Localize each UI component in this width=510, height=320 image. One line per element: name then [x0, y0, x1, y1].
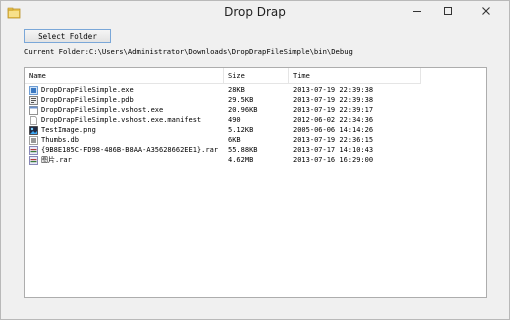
- file-size: 4.62MB: [228, 156, 254, 164]
- file-time: 2013-07-16 16:29:00: [293, 156, 374, 164]
- file-time: 2013-07-19 22:39:38: [293, 96, 374, 104]
- db-icon: [29, 135, 38, 145]
- app-icon: [29, 105, 38, 115]
- file-time: 2013-07-19 22:39:17: [293, 106, 374, 114]
- table-row[interactable]: {9B8E185C-FD98-486B-B8AA-A35628662EE1}.r…: [25, 145, 421, 155]
- table-row[interactable]: TestImage.png 5.12KB 2005-06-06 14:14:26: [25, 125, 421, 135]
- image-icon: [29, 125, 38, 135]
- column-header-time[interactable]: Time: [289, 68, 421, 84]
- table-row[interactable]: DropDrapFileSimple.exe 28KB 2013-07-19 2…: [25, 85, 421, 95]
- file-name: Thumbs.db: [41, 136, 79, 144]
- file-time: 2013-07-19 22:36:15: [293, 136, 374, 144]
- file-size: 29.5KB: [228, 96, 254, 104]
- maximize-button[interactable]: [434, 1, 462, 21]
- file-time: 2013-07-17 14:10:43: [293, 146, 374, 154]
- table-row[interactable]: DropDrapFileSimple.vshost.exe.manifest 4…: [25, 115, 421, 125]
- file-name: DropDrapFileSimple.pdb: [41, 96, 134, 104]
- file-name: DropDrapFileSimple.vshost.exe: [41, 106, 164, 114]
- file-size: 490: [228, 116, 241, 124]
- file-time: 2013-07-19 22:39:38: [293, 86, 374, 94]
- pdb-icon: [29, 95, 38, 105]
- file-size: 20.96KB: [228, 106, 258, 114]
- file-time: 2012-06-02 22:34:36: [293, 116, 374, 124]
- file-name: {9B8E185C-FD98-486B-B8AA-A35628662EE1}.r…: [41, 146, 219, 154]
- archive-icon: [29, 145, 38, 155]
- file-name: DropDrapFileSimple.exe: [41, 86, 134, 94]
- table-row[interactable]: Thumbs.db 6KB 2013-07-19 22:36:15: [25, 135, 421, 145]
- file-name: 图片.rar: [41, 156, 72, 164]
- select-folder-button[interactable]: Select Folder: [24, 29, 111, 43]
- column-header-size[interactable]: Size: [224, 68, 289, 84]
- file-size: 28KB: [228, 86, 245, 94]
- table-row[interactable]: 图片.rar 4.62MB 2013-07-16 16:29:00: [25, 155, 421, 165]
- window-title: Drop Drap: [224, 5, 286, 19]
- document-icon: [29, 115, 38, 125]
- close-button[interactable]: [465, 1, 507, 21]
- file-size: 5.12KB: [228, 126, 254, 134]
- file-list-view[interactable]: Name Size Time DropDrapFileSimple.exe 28…: [24, 67, 487, 298]
- minimize-button[interactable]: [403, 1, 431, 21]
- file-time: 2005-06-06 14:14:26: [293, 126, 374, 134]
- app-window: Drop Drap Select Folder Current Folder:C…: [0, 0, 510, 320]
- file-name: DropDrapFileSimple.vshost.exe.manifest: [41, 116, 202, 124]
- table-row[interactable]: DropDrapFileSimple.vshost.exe 20.96KB 20…: [25, 105, 421, 115]
- title-bar: Drop Drap: [1, 1, 509, 25]
- file-size: 6KB: [228, 136, 241, 144]
- file-rows: DropDrapFileSimple.exe 28KB 2013-07-19 2…: [25, 85, 421, 165]
- close-icon: [482, 7, 490, 15]
- exe-icon: [29, 85, 38, 95]
- table-row[interactable]: DropDrapFileSimple.pdb 29.5KB 2013-07-19…: [25, 95, 421, 105]
- file-size: 55.88KB: [228, 146, 258, 154]
- current-folder-label: Current Folder:C:\Users\Administrator\Do…: [24, 47, 353, 56]
- list-header: Name Size Time: [25, 68, 421, 84]
- column-header-name[interactable]: Name: [25, 68, 224, 84]
- minimize-icon: [413, 11, 421, 12]
- file-name: TestImage.png: [41, 126, 96, 134]
- archive-icon: [29, 155, 38, 165]
- maximize-icon: [444, 7, 452, 15]
